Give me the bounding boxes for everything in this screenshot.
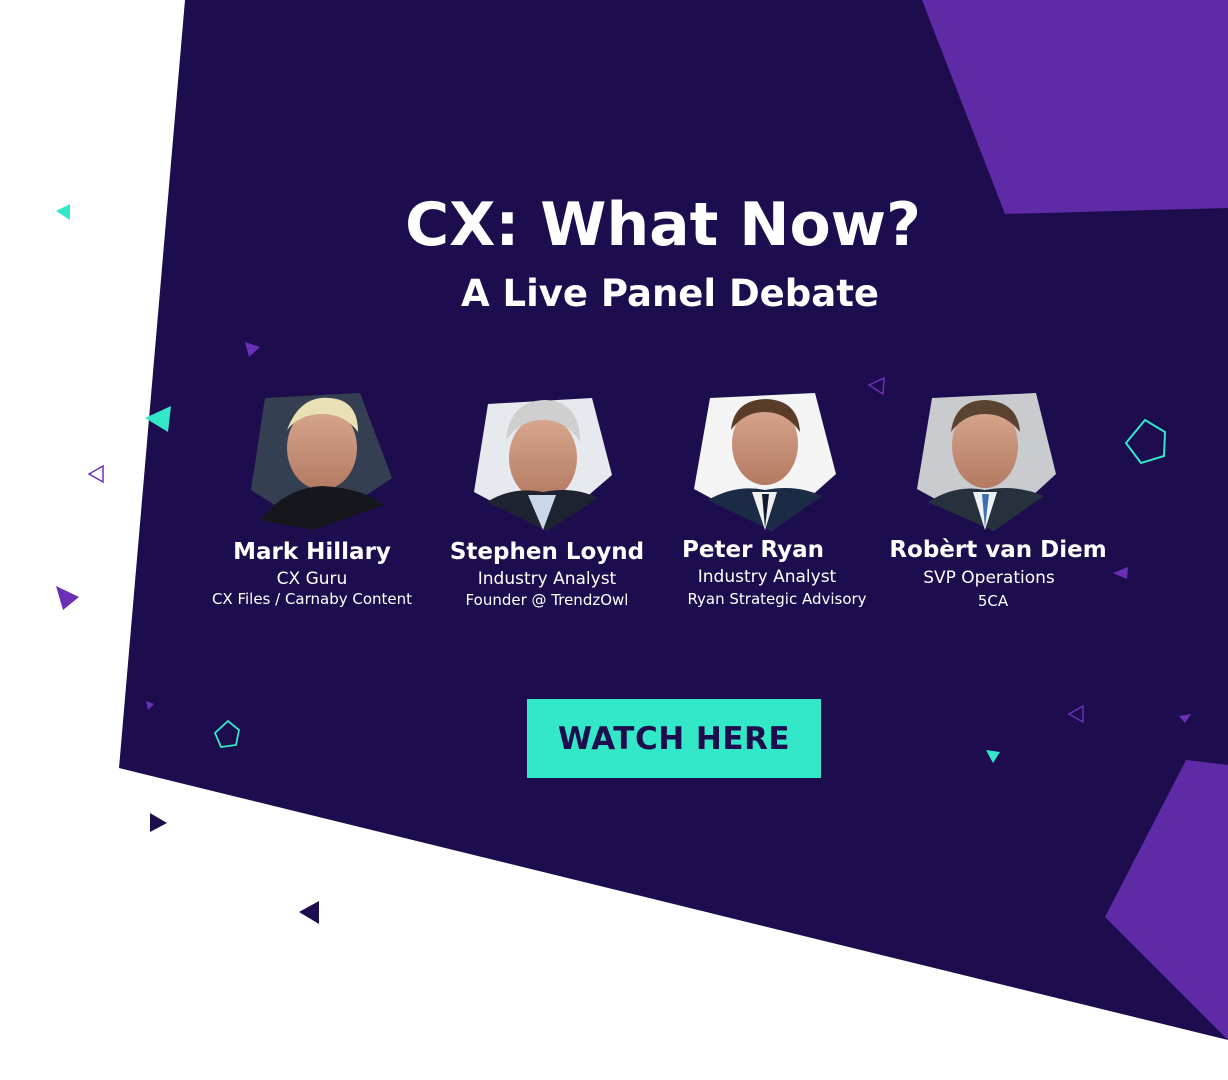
page-title: CX: What Now? <box>405 190 921 260</box>
speaker-role: Industry Analyst <box>697 567 837 587</box>
triangle-decoration <box>56 586 79 610</box>
speaker-organization: Founder @ TrendzOwl <box>465 591 629 609</box>
speaker-card: Mark Hillary CX Guru CX Files / Carnaby … <box>192 535 432 615</box>
speaker-name: Peter Ryan <box>682 537 824 563</box>
speaker-organization: 5CA <box>977 592 1009 610</box>
speaker-name: Mark Hillary <box>233 539 391 565</box>
webinar-banner: CX: What Now? A Live Panel Debate Mark H… <box>0 0 1228 1080</box>
triangle-decoration <box>150 813 167 832</box>
speaker-role: SVP Operations <box>923 568 1055 588</box>
speaker-role: Industry Analyst <box>477 569 617 589</box>
watch-here-button[interactable]: WATCH HERE <box>527 699 821 778</box>
speaker-name: Stephen Loynd <box>449 539 645 565</box>
speaker-name: Robèrt van Diem <box>889 537 1107 563</box>
page-subtitle: A Live Panel Debate <box>460 272 879 315</box>
speaker-organization: Ryan Strategic Advisory <box>687 590 867 608</box>
speaker-card: Peter Ryan Industry Analyst Ryan Strateg… <box>647 533 887 613</box>
speaker-role: CX Guru <box>276 569 348 589</box>
speaker-card: Robèrt van Diem SVP Operations 5CA <box>878 533 1118 613</box>
speaker-card: Stephen Loynd Industry Analyst Founder @… <box>427 535 667 615</box>
triangle-decoration <box>87 464 104 484</box>
triangle-decoration <box>299 901 319 924</box>
speaker-organization: CX Files / Carnaby Content <box>211 590 413 608</box>
